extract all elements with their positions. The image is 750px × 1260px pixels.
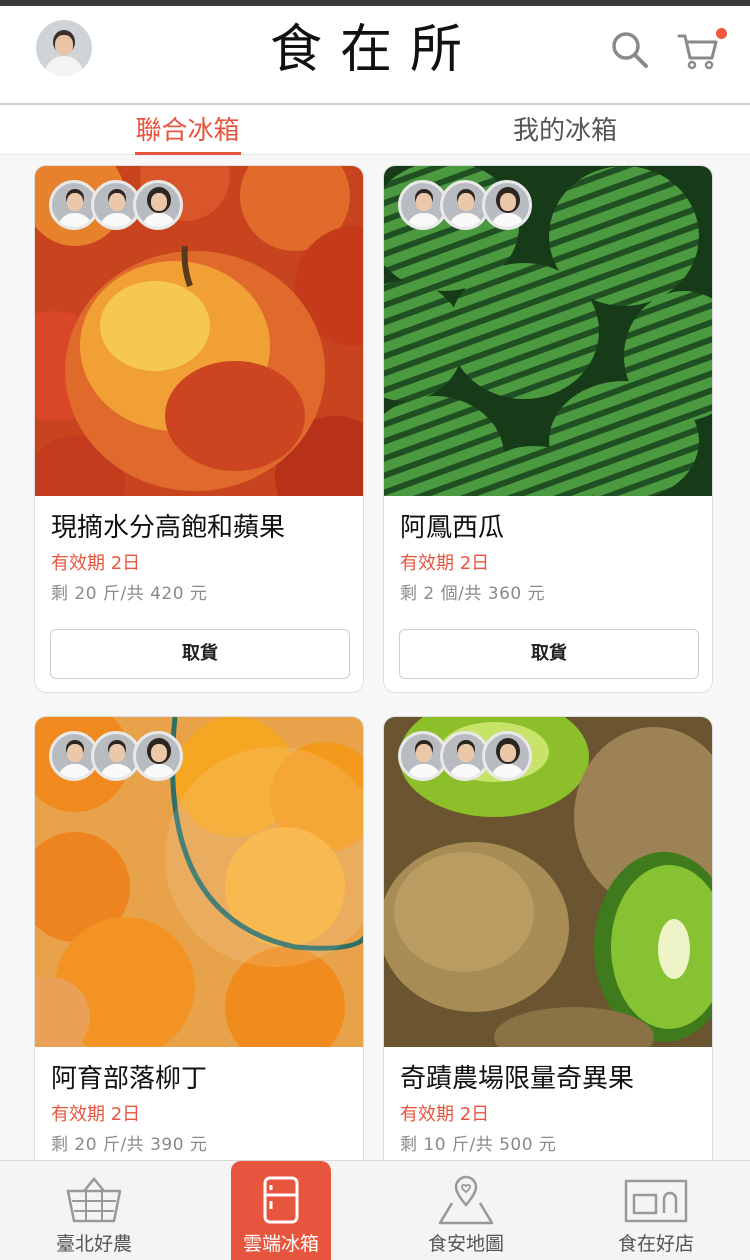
nav-food-safety-map[interactable]: 食安地圖 bbox=[392, 1161, 540, 1260]
basket-icon bbox=[66, 1177, 122, 1223]
app-title: 食在所 bbox=[269, 20, 480, 80]
nav-label: 食在好店 bbox=[617, 1233, 694, 1255]
member-avatar bbox=[482, 731, 532, 781]
product-expiry: 有效期 2日 bbox=[51, 553, 141, 574]
nav-cloud-fridge[interactable]: 雲端冰箱 bbox=[231, 1161, 331, 1260]
product-expiry: 有效期 2日 bbox=[51, 1104, 141, 1125]
cart-notification-dot bbox=[716, 28, 727, 39]
nav-good-stores[interactable]: 食在好店 bbox=[582, 1161, 730, 1260]
product-name: 奇蹟農場限量奇異果 bbox=[400, 1064, 635, 1094]
store-icon bbox=[624, 1179, 688, 1223]
product-name: 阿鳳西瓜 bbox=[400, 513, 505, 543]
pickup-button[interactable]: 取貨 bbox=[50, 629, 350, 679]
member-avatars bbox=[398, 731, 532, 781]
pickup-button[interactable]: 取貨 bbox=[399, 629, 699, 679]
product-expiry: 有效期 2日 bbox=[400, 1104, 490, 1125]
product-stock: 剩 20 斤/共 390 元 bbox=[51, 1135, 208, 1155]
member-avatars bbox=[49, 180, 183, 230]
fridge-tabs: 聯合冰箱 我的冰箱 bbox=[0, 105, 750, 155]
nav-label: 臺北好農 bbox=[55, 1233, 132, 1255]
member-avatar bbox=[133, 180, 183, 230]
product-image-watermelons bbox=[384, 166, 712, 496]
member-avatars bbox=[398, 180, 532, 230]
product-card[interactable]: 現摘水分高飽和蘋果 有效期 2日 剩 20 斤/共 420 元 取貨 bbox=[34, 165, 364, 693]
product-image-apples bbox=[35, 166, 363, 496]
product-grid: 現摘水分高飽和蘋果 有效期 2日 剩 20 斤/共 420 元 取貨 阿鳳西瓜 … bbox=[0, 155, 750, 1160]
search-icon[interactable] bbox=[608, 28, 652, 72]
avatar[interactable] bbox=[36, 20, 92, 76]
cart-icon[interactable] bbox=[676, 28, 720, 72]
nav-taipei-farmers[interactable]: 臺北好農 bbox=[20, 1161, 168, 1260]
tab-my-fridge[interactable]: 我的冰箱 bbox=[470, 105, 660, 155]
product-card[interactable]: 阿鳳西瓜 有效期 2日 剩 2 個/共 360 元 取貨 bbox=[383, 165, 713, 693]
product-name: 阿育部落柳丁 bbox=[51, 1064, 208, 1094]
product-stock: 剩 10 斤/共 500 元 bbox=[400, 1135, 557, 1155]
product-image-oranges bbox=[35, 717, 363, 1047]
member-avatar bbox=[133, 731, 183, 781]
app-header: 食在所 bbox=[0, 6, 750, 104]
tab-joint-fridge[interactable]: 聯合冰箱 bbox=[100, 105, 275, 155]
product-stock: 剩 20 斤/共 420 元 bbox=[51, 584, 208, 604]
map-pin-icon bbox=[438, 1175, 494, 1225]
nav-label: 雲端冰箱 bbox=[242, 1233, 319, 1255]
product-card[interactable]: 奇蹟農場限量奇異果 有效期 2日 剩 10 斤/共 500 元 bbox=[383, 716, 713, 1160]
product-card[interactable]: 阿育部落柳丁 有效期 2日 剩 20 斤/共 390 元 bbox=[34, 716, 364, 1160]
fridge-icon bbox=[263, 1176, 299, 1224]
member-avatar bbox=[482, 180, 532, 230]
product-stock: 剩 2 個/共 360 元 bbox=[400, 584, 546, 604]
member-avatars bbox=[49, 731, 183, 781]
product-name: 現摘水分高飽和蘋果 bbox=[51, 513, 286, 543]
nav-label: 食安地圖 bbox=[427, 1233, 504, 1255]
product-image-kiwis bbox=[384, 717, 712, 1047]
bottom-navigation: 臺北好農 雲端冰箱 食安地圖 食在好店 bbox=[0, 1160, 750, 1260]
product-expiry: 有效期 2日 bbox=[400, 553, 490, 574]
